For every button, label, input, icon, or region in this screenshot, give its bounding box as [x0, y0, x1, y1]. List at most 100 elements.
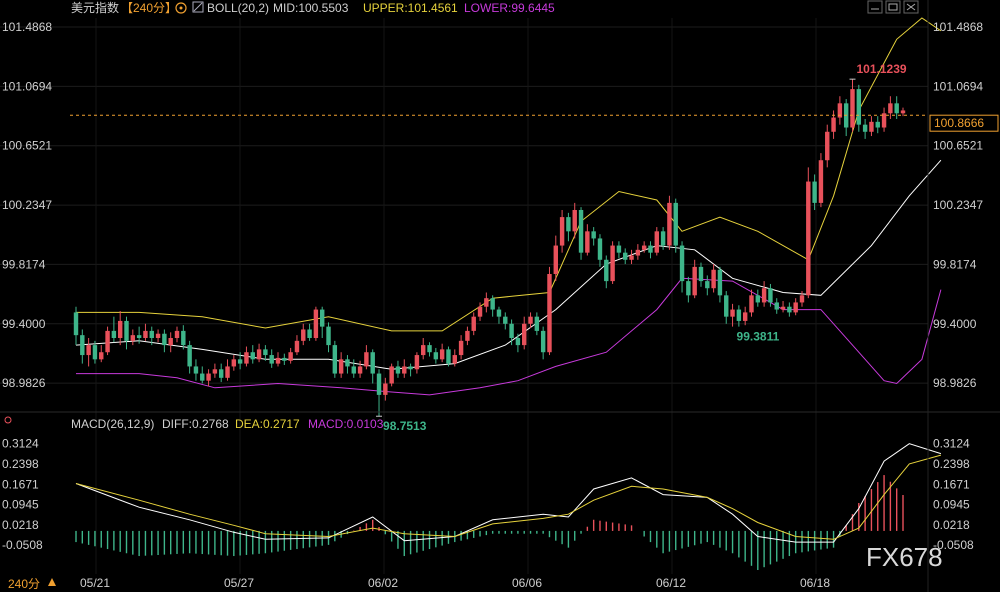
date-tick: 06/06 — [512, 576, 542, 590]
candle-body — [168, 338, 173, 346]
price-tick-left: 100.6521 — [2, 139, 52, 153]
candle-body — [345, 359, 350, 367]
candle-body — [484, 298, 489, 307]
price-tick-left: 99.8174 — [2, 257, 46, 271]
close-icon[interactable] — [903, 0, 919, 14]
candle-body — [389, 366, 394, 384]
candle-body — [654, 231, 660, 253]
indicator-icon-stroke — [193, 2, 203, 12]
macd-label: MACD(26,12,9) — [71, 417, 154, 431]
candle-body — [559, 217, 565, 246]
candle-body — [799, 295, 805, 303]
candle-body — [275, 357, 281, 364]
candle-body — [439, 349, 445, 360]
candle-body — [534, 316, 540, 331]
price-tick-right: 100.6521 — [933, 139, 983, 153]
candle-body — [522, 323, 527, 346]
candle-body — [326, 326, 331, 346]
symbol-label: 美元指数 — [71, 0, 119, 15]
price-tick-left: 101.0694 — [2, 79, 52, 93]
candle-body — [288, 352, 293, 361]
candlesticks — [73, 79, 906, 417]
footer-period[interactable]: 240分 — [8, 577, 40, 591]
watermark: FX678 — [866, 542, 943, 572]
minimize-icon[interactable] — [867, 0, 883, 14]
candle-body — [402, 366, 407, 374]
candle-body — [705, 281, 710, 289]
candle-body — [136, 335, 142, 338]
candle-body — [528, 316, 533, 324]
candle-body — [105, 330, 110, 353]
macd-tick-left: 0.0945 — [2, 498, 39, 512]
candle-body — [237, 359, 243, 364]
candle-body — [427, 345, 432, 353]
candle-body — [193, 366, 199, 374]
candle-body — [250, 352, 255, 360]
period-arrow-icon[interactable] — [48, 578, 56, 586]
candle-body — [509, 323, 514, 338]
candle-body — [629, 255, 634, 260]
candle-body — [749, 295, 754, 313]
maximize-icon[interactable] — [885, 0, 901, 14]
chart-window-controls — [867, 0, 919, 14]
boll-label: BOLL(20,2) — [207, 1, 269, 15]
macd-tick-left: 0.1671 — [2, 477, 39, 491]
candle-body — [610, 245, 615, 282]
candle-body — [319, 309, 325, 327]
candle-body — [553, 245, 558, 274]
macd-diff-line — [75, 443, 942, 543]
grid-lines — [0, 18, 928, 574]
candle-body — [408, 366, 413, 370]
macd-tick-left: -0.0508 — [2, 538, 43, 552]
candle-body — [667, 202, 672, 246]
macd-tick-right: 0.0945 — [933, 498, 970, 512]
candle-body — [471, 316, 476, 331]
candle-body — [282, 357, 287, 361]
candle-body — [730, 309, 735, 317]
candle-body — [503, 316, 508, 324]
price-tick-right: 99.4000 — [933, 317, 977, 331]
candle-body — [540, 330, 546, 353]
candle-body — [780, 306, 786, 310]
candle-body — [698, 266, 704, 282]
candle-body — [768, 288, 773, 303]
candle-body — [99, 352, 104, 360]
candle-body — [635, 249, 641, 256]
date-tick: 06/18 — [800, 576, 830, 590]
price-tick-left: 98.9826 — [2, 376, 46, 390]
candle-body — [149, 330, 154, 338]
candle-body — [212, 369, 218, 374]
candle-body — [477, 306, 483, 317]
candle-body — [490, 298, 495, 310]
candle-body — [452, 355, 457, 364]
boll-bands — [75, 17, 942, 396]
mid-low-annotation: 99.3811 — [737, 330, 780, 344]
candle-body — [181, 330, 186, 346]
price-tick-right: 99.8174 — [933, 257, 977, 271]
macd-tick-left: 0.2398 — [2, 457, 39, 471]
candle-body — [900, 110, 906, 114]
candle-body — [761, 288, 767, 303]
current-price-label: 100.8666 — [934, 116, 984, 130]
price-tick-right: 98.9826 — [933, 376, 977, 390]
macd-tick-left: 0.3124 — [2, 437, 39, 451]
candle-body — [162, 333, 167, 346]
macd-settings-icon[interactable] — [4, 416, 12, 424]
candle-body — [673, 202, 678, 246]
candle-body — [143, 330, 148, 338]
settings-icon[interactable] — [175, 2, 187, 14]
candle-body — [370, 352, 375, 374]
candle-body — [92, 345, 98, 360]
candle-body — [597, 238, 603, 260]
price-tick-left: 100.2347 — [2, 198, 52, 212]
candle-body — [200, 373, 205, 381]
candle-body — [433, 352, 439, 360]
candle-body — [585, 231, 590, 253]
candle-body — [117, 320, 123, 338]
candle-body — [679, 245, 685, 282]
price-tick-right: 100.2347 — [933, 198, 983, 212]
candle-body — [888, 103, 893, 114]
candle-body — [856, 89, 862, 125]
candle-body — [174, 330, 180, 338]
candle-body — [73, 312, 79, 336]
